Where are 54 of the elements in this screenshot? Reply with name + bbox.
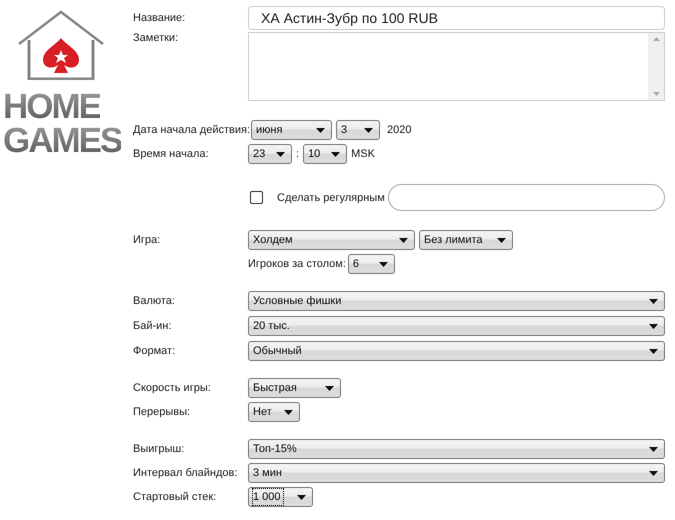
hour-dropdown[interactable]: 23 [248,144,292,164]
payout-dropdown[interactable]: Топ-15% [248,439,665,459]
buy-in-dropdown[interactable]: 20 тыс. [248,316,665,336]
caret-icon [649,348,658,354]
caret-icon [364,128,374,132]
notes-field[interactable] [248,32,665,101]
players-label: Игроков за столом: [248,258,346,270]
year-text: 2020 [387,124,412,136]
stack-dropdown[interactable]: 1 000 [248,487,313,507]
checkbox-label: Сделать регулярным [277,192,385,204]
caret-icon [399,238,408,242]
field-label: Формат: [133,345,176,357]
caret-icon [649,470,658,476]
caret-icon [331,152,340,156]
field-label: Название: [133,12,186,24]
game-dropdown[interactable]: Холдем [248,230,415,250]
field-label: Стартовый стек: [133,491,218,503]
field-label: Выигрыш: [133,443,186,455]
timezone-text: MSK [351,148,375,160]
field-label: Дата начала действия: [133,124,252,136]
field-label: Перерывы: [133,406,192,418]
currency-dropdown[interactable]: Условные фишки [248,291,665,311]
caret-icon [649,298,658,304]
caret-icon [316,128,326,132]
caret-icon [378,262,388,266]
breaks-dropdown[interactable]: Нет [248,402,300,422]
name-field[interactable]: ХА Астин-Зубр по 100 RUB [248,6,665,30]
format-dropdown[interactable]: Обычный [248,341,665,361]
caret-icon [497,238,506,242]
time-separator: : [296,148,300,160]
schedule-field[interactable] [388,184,665,211]
caret-icon [649,446,658,452]
caret-icon [284,410,293,414]
field-label: Валюта: [133,295,176,307]
scroll-up-icon[interactable] [652,37,660,41]
scroll-down-icon[interactable] [652,92,660,96]
field-label: Игра: [133,234,162,246]
blind-interval-dropdown[interactable]: 3 мин [248,463,665,483]
caret-icon [325,386,334,390]
limit-dropdown[interactable]: Без лимита [419,230,513,250]
speed-dropdown[interactable]: Быстрая [248,378,341,398]
day-dropdown[interactable]: 3 [336,120,380,140]
players-dropdown[interactable]: 6 [348,254,395,274]
field-label: Интервал блайндов: [133,467,238,479]
field-label: Заметки: [133,32,180,44]
caret-icon [297,494,306,500]
caret-icon [276,152,285,156]
caret-icon [649,324,658,328]
minute-dropdown[interactable]: 10 [303,144,348,164]
checkbox[interactable] [250,191,263,204]
field-label: Скорость игры: [133,382,212,394]
field-label: Бай-ин: [133,320,172,332]
month-dropdown[interactable]: июня [251,120,332,140]
field-label: Время начала: [133,148,210,160]
